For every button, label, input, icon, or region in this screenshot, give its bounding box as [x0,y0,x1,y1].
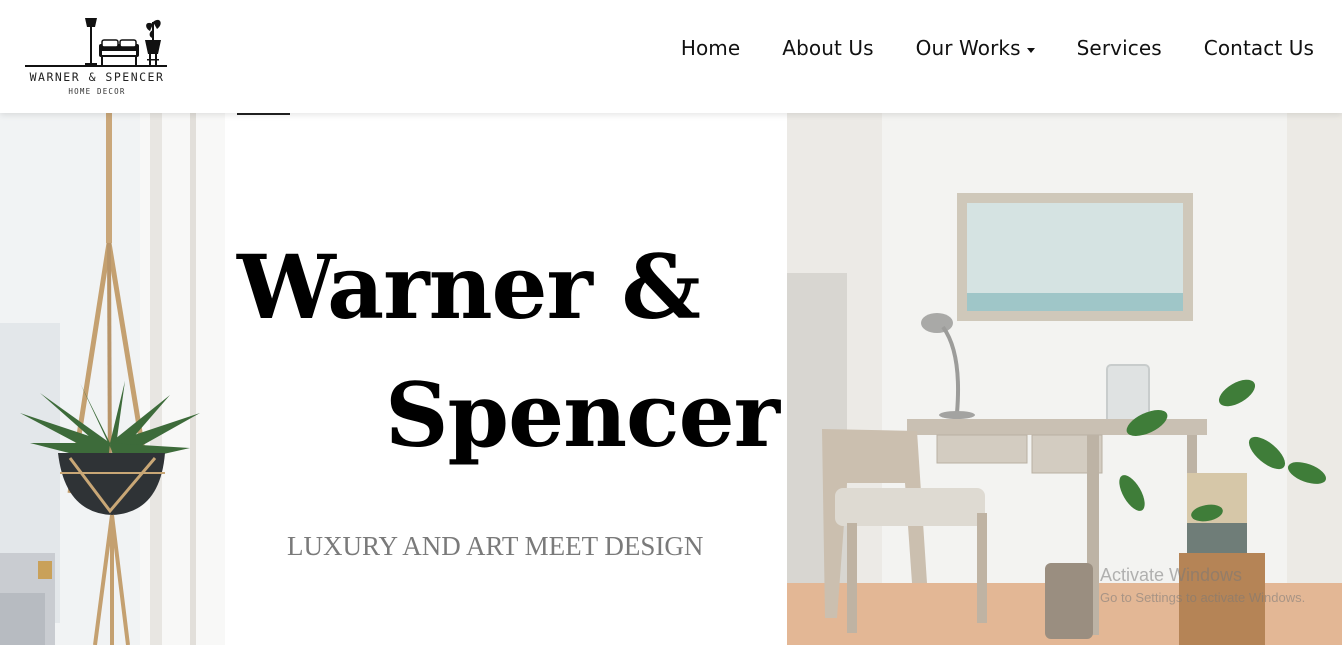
hero-title-line1: Warner & [237,235,701,339]
nav-contact-us[interactable]: Contact Us [1204,36,1314,60]
nav-services[interactable]: Services [1077,36,1162,60]
brand-logo[interactable]: WARNER & SPENCER HOME DECOR [22,14,172,100]
accent-divider [237,113,290,115]
brand-tagline: HOME DECOR [68,87,126,96]
nav-our-works[interactable]: Our Works [916,36,1035,60]
brand-name: WARNER & SPENCER [29,70,165,84]
activate-windows-watermark: Activate Windows Go to Settings to activ… [1100,565,1305,605]
nav-about-us[interactable]: About Us [782,36,873,60]
watermark-subtitle: Go to Settings to activate Windows. [1100,590,1306,605]
furniture-logo-icon [25,18,167,67]
nav-our-works-label: Our Works [915,36,1021,60]
nav-contact-us-label: Contact Us [1203,36,1314,60]
nav-home[interactable]: Home [681,36,740,60]
nav-services-label: Services [1076,36,1162,60]
hero-title-line2: Spencer [385,363,780,467]
site-header: WARNER & SPENCER HOME DECOR Home About U… [0,0,1342,113]
nav-about-us-label: About Us [782,36,874,60]
hanging-planter-image [0,113,225,645]
main-nav: Home About Us Our Works Services Contact… [681,36,1314,60]
hero-text-panel: Warner & Spencer LUXURY AND ART MEET DES… [225,113,787,645]
caret-down-icon [1026,47,1035,53]
hero-subtitle: LUXURY AND ART MEET DESIGN [287,531,704,561]
watermark-title: Activate Windows [1100,565,1243,585]
nav-home-label: Home [680,36,741,60]
